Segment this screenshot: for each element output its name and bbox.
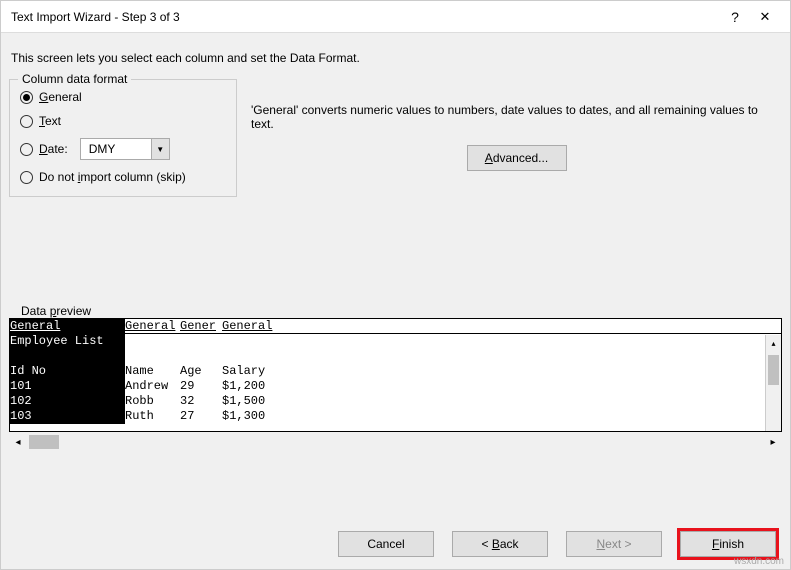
help-button[interactable]: ? (720, 9, 750, 25)
radio-general-label: eneral (48, 90, 81, 104)
preview-legend: Data preview (17, 304, 95, 318)
preview-column[interactable]: Age 29 32 27 (180, 334, 222, 424)
format-description: 'General' converts numeric values to num… (251, 103, 782, 131)
radio-date-label: ate: (48, 142, 68, 156)
button-row: Cancel < Back Next > Finish (338, 531, 776, 557)
radio-skip[interactable]: Do not import column (skip) (20, 170, 230, 184)
watermark: wsxdn.com (734, 556, 784, 567)
content-area: This screen lets you select each column … (1, 33, 790, 459)
instruction-text: This screen lets you select each column … (11, 51, 782, 65)
hscroll-thumb[interactable] (29, 435, 59, 449)
preview-col-header[interactable]: General (222, 319, 746, 333)
chevron-down-icon: ▼ (151, 139, 169, 159)
close-button[interactable]: ✕ (750, 9, 780, 25)
scroll-thumb[interactable] (768, 355, 779, 385)
wizard-window: Text Import Wizard - Step 3 of 3 ? ✕ Thi… (0, 0, 791, 570)
preview-header-row: GeneralGeneralGenerGeneral (10, 319, 781, 334)
scroll-up-icon[interactable]: ▴ (766, 335, 781, 351)
column-format-group: Column data format General Text Date: (9, 79, 237, 197)
radio-date[interactable]: Date: DMY ▼ (20, 138, 230, 160)
next-button: Next > (566, 531, 662, 557)
preview-col-header[interactable]: General (10, 319, 125, 333)
vertical-scrollbar[interactable]: ▴ (765, 335, 781, 431)
preview-column[interactable]: Salary $1,200 $1,500 $1,300 (222, 334, 746, 424)
preview-column[interactable]: Name Andrew Robb Ruth (125, 334, 180, 424)
data-preview-group: Data preview GeneralGeneralGenerGeneral … (9, 311, 782, 451)
date-format-select[interactable]: DMY ▼ (80, 138, 170, 160)
preview-column[interactable]: Employee List Id No 101 102 103 (10, 334, 125, 424)
date-format-value: DMY (81, 142, 151, 156)
radio-empty-icon (20, 115, 33, 128)
radio-empty-icon (20, 143, 33, 156)
format-description-area: 'General' converts numeric values to num… (251, 73, 782, 171)
back-button[interactable]: < Back (452, 531, 548, 557)
finish-button[interactable]: Finish (680, 531, 776, 557)
preview-grid[interactable]: GeneralGeneralGenerGeneral Employee List… (9, 318, 782, 432)
preview-col-header[interactable]: General (125, 319, 180, 333)
scroll-right-icon[interactable]: ▸ (764, 437, 782, 448)
radio-text-label: ext (45, 114, 61, 128)
scroll-left-icon[interactable]: ◂ (9, 437, 27, 448)
radio-skip-label: Do not import column (skip) (39, 170, 186, 184)
radio-text[interactable]: Text (20, 114, 230, 128)
preview-col-header[interactable]: Gener (180, 319, 222, 333)
format-legend: Column data format (18, 72, 131, 86)
advanced-button[interactable]: Advanced... (467, 145, 567, 171)
preview-body: Employee List Id No 101 102 103 Name And… (10, 334, 781, 424)
radio-general[interactable]: General (20, 90, 230, 104)
cancel-button[interactable]: Cancel (338, 531, 434, 557)
radio-empty-icon (20, 171, 33, 184)
horizontal-scrollbar[interactable]: ◂ ▸ (9, 433, 782, 451)
window-title: Text Import Wizard - Step 3 of 3 (11, 10, 720, 24)
title-bar: Text Import Wizard - Step 3 of 3 ? ✕ (1, 1, 790, 33)
radio-dot-icon (20, 91, 33, 104)
